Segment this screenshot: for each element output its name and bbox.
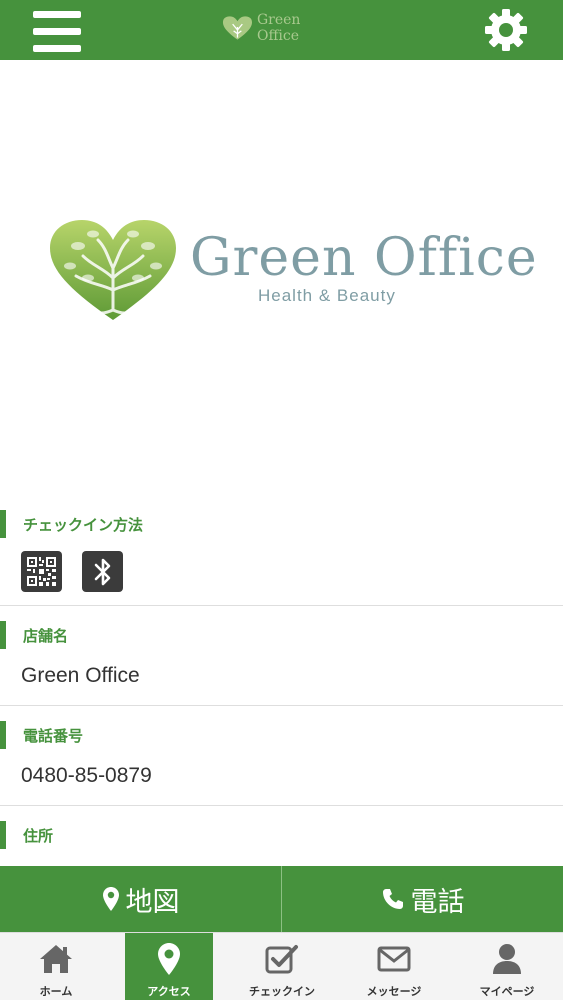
call-button-label: 電話 [410,886,465,918]
phone-number-value[interactable]: 0480-85-0879 [21,764,152,788]
bluetooth-checkin-button[interactable] [82,551,123,592]
checkin-method-label: チェックイン方法 [23,515,144,534]
heart-tree-logo-icon [222,16,253,40]
shop-name-label: 店舗名 [23,626,69,645]
tab-access[interactable]: アクセス [125,933,213,1000]
checkin-method-section: チェックイン方法 [0,505,563,606]
store-logo-title: Green Office [190,228,538,288]
shop-name-value: Green Office [21,664,140,687]
tab-checkin[interactable]: チェックイン [238,933,326,1000]
section-heading: 住所 [0,820,53,850]
bottom-tab-bar: ホーム アクセス チェックイン メッセージ マイページ [0,932,563,1000]
section-accent-bar [0,510,6,538]
checkbox-icon [265,945,298,974]
phone-icon [382,889,403,909]
tab-message-label: メッセージ [366,985,422,998]
action-bar: 地図 電話 [0,866,563,932]
menu-icon-bar [33,45,81,52]
menu-icon-bar [33,11,81,18]
menu-icon-bar [33,28,81,35]
map-button-label: 地図 [125,886,180,918]
tab-access-label: アクセス [147,985,191,998]
tab-mypage-label: マイページ [479,985,535,998]
header-logo-text: Green Office [256,12,301,44]
map-pin-icon [158,943,180,975]
map-pin-icon [102,887,119,911]
settings-button[interactable] [482,6,530,54]
phone-number-section: 電話番号 0480-85-0879 [0,706,563,806]
app-header: Green Office [0,0,563,60]
section-accent-bar [0,721,6,749]
store-logo-subtitle: Health & Beauty [258,286,396,305]
map-button[interactable]: 地図 [0,866,281,932]
qr-checkin-button[interactable] [21,551,62,592]
shop-name-section: 店舗名 Green Office [0,606,563,706]
tab-home[interactable]: ホーム [12,933,100,1000]
envelope-icon [377,946,411,972]
tab-checkin-label: チェックイン [249,985,315,998]
section-accent-bar [0,621,6,649]
call-button[interactable]: 電話 [281,866,563,932]
gear-icon [485,9,527,51]
bluetooth-icon [94,558,110,585]
phone-number-label: 電話番号 [23,726,84,745]
section-heading: 電話番号 [0,720,83,750]
store-logo-banner: Green Office Health & Beauty [0,60,563,505]
home-icon [40,945,72,973]
section-heading: 店舗名 [0,620,68,650]
tab-message[interactable]: メッセージ [350,933,438,1000]
section-heading: チェックイン方法 [0,509,143,539]
user-icon [493,944,521,974]
menu-button[interactable] [33,10,81,52]
heart-tree-logo-icon [50,220,176,320]
tab-home-label: ホーム [39,985,73,998]
address-label: 住所 [23,826,54,845]
header-logo: Green Office [222,12,344,44]
section-accent-bar [0,821,6,849]
qr-code-icon [27,557,56,586]
address-section: 住所 [0,806,563,866]
tab-mypage[interactable]: マイページ [463,933,551,1000]
